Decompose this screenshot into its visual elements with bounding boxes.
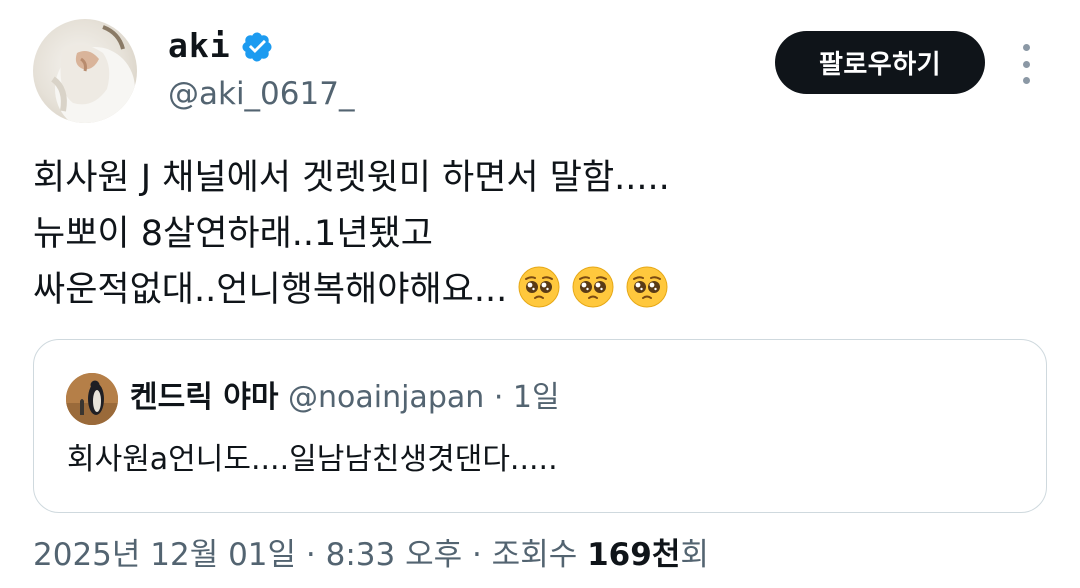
tweet-line: 싸운적없대..언니행복해야해요... xyxy=(33,270,508,310)
quoted-tweet-text: 회사원a언니도....일남남친생겻댄다..... xyxy=(67,442,558,477)
pleading-face-icon xyxy=(625,265,669,309)
pleading-face-icon xyxy=(571,265,615,309)
view-count-suffix: 회 xyxy=(680,537,709,573)
author-avatar[interactable] xyxy=(33,19,137,123)
quoted-tweet-header: 켄드릭 야마 @noainjapan · 1일 xyxy=(130,378,560,418)
more-dot xyxy=(1022,77,1030,84)
tweet-datetime[interactable]: 2025년 12월 01일 · 8:33 오후 · 조회수 xyxy=(33,537,587,573)
tweet-line: 뉴뽀이 8살연하래..1년됐고 xyxy=(33,214,433,254)
tweet-meta: 2025년 12월 01일 · 8:33 오후 · 조회수 169천회 xyxy=(33,533,709,577)
tweet-text: 회사원 J 채널에서 겟렛윗미 하면서 말함..... 뉴뽀이 8살연하래..1… xyxy=(33,150,1043,318)
pleading-face-icon xyxy=(517,265,561,309)
author-handle[interactable]: @aki_0617_ xyxy=(168,74,354,114)
separator-dot: · xyxy=(493,380,504,415)
more-dot xyxy=(1022,44,1030,51)
author-name[interactable]: aki xyxy=(168,26,231,66)
follow-button[interactable]: 팔로우하기 xyxy=(775,31,985,94)
quoted-author-avatar[interactable] xyxy=(66,373,118,425)
more-vertical-icon[interactable] xyxy=(1014,44,1038,84)
quoted-author-handle[interactable]: @noainjapan xyxy=(288,380,484,415)
more-dot xyxy=(1022,60,1030,68)
quoted-author-name[interactable]: 켄드릭 야마 xyxy=(130,380,278,415)
quoted-tweet-card[interactable]: 켄드릭 야마 @noainjapan · 1일 회사원a언니도....일남남친생… xyxy=(33,339,1047,513)
view-count: 169천 xyxy=(587,537,681,573)
verified-badge-icon xyxy=(242,32,272,62)
tweet-line: 회사원 J 채널에서 겟렛윗미 하면서 말함..... xyxy=(33,158,670,198)
quoted-timestamp[interactable]: 1일 xyxy=(513,380,560,415)
tweet-line-with-emojis: 싸운적없대..언니행복해야해요... xyxy=(33,262,1043,318)
